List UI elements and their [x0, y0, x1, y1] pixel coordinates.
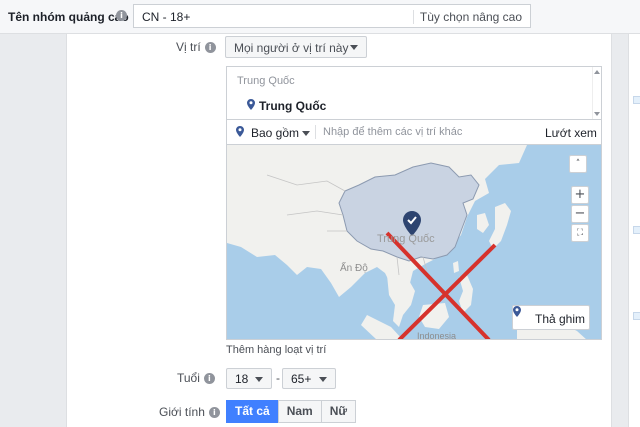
side-panel-marker: [633, 96, 640, 104]
age-label-text: Tuổi: [177, 371, 200, 385]
map-collapse-button[interactable]: ˄: [569, 155, 587, 173]
location-audience-value: Mọi người ở vị trí này: [234, 41, 349, 55]
location-pin-icon: [513, 306, 521, 317]
gender-toggle-group: Tất cả Nam Nữ: [226, 400, 357, 423]
gender-option-female[interactable]: Nữ: [320, 400, 357, 423]
chevron-down-icon[interactable]: [302, 131, 310, 136]
advanced-options-link[interactable]: Tùy chọn nâng cao: [412, 10, 522, 24]
location-pin-icon: [236, 126, 244, 137]
selected-locations-list: Trung Quốc Trung Quốc: [226, 66, 602, 120]
chevron-down-icon: [319, 377, 327, 382]
gender-label: Giới tính i: [159, 405, 220, 419]
browse-button[interactable]: Lướt xem: [545, 126, 597, 140]
location-map[interactable]: Trung Quốc Ấn Độ Indonesia ˄ + − ⛶ Thả g…: [226, 145, 602, 340]
map-label-selected-region: Trung Quốc: [377, 233, 435, 245]
info-icon[interactable]: i: [208, 406, 220, 418]
include-select-label[interactable]: Bao gồm: [251, 126, 299, 140]
map-land-taiwan: [453, 261, 459, 273]
age-min-value: 18: [235, 372, 249, 386]
drop-pin-label: Thả ghim: [535, 312, 586, 326]
bulk-add-locations-link[interactable]: Thêm hàng loạt vị trí: [226, 344, 326, 356]
info-icon[interactable]: i: [116, 10, 127, 21]
chevron-down-icon: [350, 45, 358, 50]
fit-map-button[interactable]: ⛶: [571, 224, 589, 242]
location-label: Vị trí i: [176, 40, 216, 54]
scroll-down-icon[interactable]: [594, 112, 600, 116]
age-label: Tuổi i: [177, 371, 215, 385]
location-search-input[interactable]: [323, 123, 538, 141]
gender-option-male[interactable]: Nam: [277, 400, 322, 423]
gender-option-all[interactable]: Tất cả: [226, 400, 279, 423]
gender-label-text: Giới tính: [159, 405, 205, 419]
side-panel-marker: [633, 312, 640, 320]
adset-name-label: Tên nhóm quảng cáo: [8, 10, 129, 24]
location-search-bar: Bao gồm Lướt xem: [226, 120, 602, 145]
scroll-up-icon[interactable]: [594, 70, 600, 74]
chevron-down-icon: [255, 377, 263, 382]
location-audience-select[interactable]: Mọi người ở vị trí này: [225, 36, 367, 58]
divider: [315, 125, 316, 139]
selected-location-item[interactable]: Trung Quốc: [259, 99, 326, 113]
adset-name-value: CN - 18+: [142, 10, 191, 24]
location-group-title: Trung Quốc: [237, 75, 295, 87]
location-pin-icon: [247, 99, 255, 110]
info-icon[interactable]: i: [204, 41, 216, 53]
side-panel: [628, 34, 640, 427]
side-panel-marker: [633, 226, 640, 234]
info-icon[interactable]: i: [203, 372, 215, 384]
map-label-indonesia: Indonesia: [417, 331, 457, 340]
age-min-select[interactable]: 18: [226, 368, 272, 389]
list-scrollbar[interactable]: [592, 67, 601, 119]
zoom-out-button[interactable]: −: [571, 205, 589, 223]
location-label-text: Vị trí: [176, 40, 201, 54]
map-label-india: Ấn Độ: [340, 263, 368, 274]
adset-name-field[interactable]: CN - 18+ Tùy chọn nâng cao: [133, 4, 531, 28]
zoom-in-button[interactable]: +: [571, 186, 589, 204]
age-separator: -: [276, 371, 280, 385]
age-max-value: 65+: [291, 372, 312, 386]
drop-pin-button[interactable]: Thả ghim: [512, 305, 590, 330]
age-max-select[interactable]: 65+: [282, 368, 336, 389]
adset-header: Tên nhóm quảng cáo i CN - 18+ Tùy chọn n…: [0, 0, 640, 34]
